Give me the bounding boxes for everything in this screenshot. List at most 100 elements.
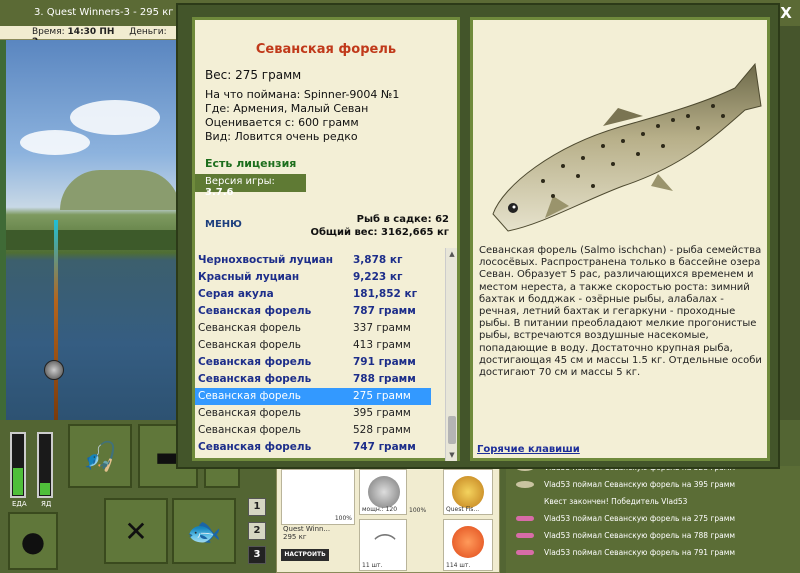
lure-icon <box>516 550 534 555</box>
catch-row-weight: 9,223 кг <box>353 271 403 283</box>
catch-row-name: Чернохвостый луциан <box>198 254 334 266</box>
log-entry-text: Vlad53 поймал Севанскую форель на 395 гр… <box>544 480 736 489</box>
catch-row-weight: 791 грамм <box>353 356 416 368</box>
fish-description-pane: Севанская форель (Salmo ischchan) - рыба… <box>470 17 770 461</box>
catch-row-name: Севанская форель <box>198 305 312 317</box>
log-entry: Vlad53 поймал Севанскую форель на 395 гр… <box>512 477 735 493</box>
setup-button[interactable]: НАСТРОИТЬ <box>281 549 329 561</box>
catch-row[interactable]: Севанская форель 528 грамм <box>195 422 431 439</box>
kitchen-button[interactable]: ✕ <box>104 498 168 564</box>
hotkeys-link[interactable]: Горячие клавиши <box>477 444 580 455</box>
fish-catalog-button[interactable]: 🐟 <box>172 498 236 564</box>
tackle-name: Quest Winn... <box>283 525 331 533</box>
reel-durability: 100% <box>409 507 427 514</box>
caught-with: На что поймана: Spinner-9004 №1 <box>205 88 400 101</box>
food-gauge <box>10 432 26 498</box>
fish-icon: 🐟 <box>186 514 222 548</box>
rod-durability: 100% <box>334 515 352 522</box>
fork-knife-icon: ✕ <box>124 514 148 548</box>
scroll-up-icon[interactable]: ▲ <box>446 248 458 260</box>
log-entry-text: Квест закончен! Победитель Vlad53 <box>544 497 688 506</box>
tackle-info: Quest Winn... 295 кг <box>283 525 353 547</box>
bait-slot[interactable]: 114 шт. <box>443 519 493 571</box>
catch-row[interactable]: Севанская форель 791 грамм <box>195 354 431 371</box>
scroll-thumb[interactable] <box>448 416 456 444</box>
reel-item-icon <box>368 476 400 508</box>
poison-gauge-label: ЯД <box>41 500 52 508</box>
catch-row-name: Серая акула <box>198 288 274 300</box>
catch-row-name: Севанская форель <box>198 356 312 368</box>
log-entry-text: Vlad53 поймал Севанскую форель на 788 гр… <box>544 531 736 540</box>
fish-info-dialog: Севанская форель Вес: 275 грамм На что п… <box>176 3 780 469</box>
poison-gauge <box>37 432 53 498</box>
shore <box>0 230 180 250</box>
catch-row-name: Севанская форель <box>198 339 301 351</box>
page-1-button[interactable]: 1 <box>248 498 266 516</box>
event-log: Vlad53 поймал Севанскую форель на 528 гр… <box>506 463 800 573</box>
catch-list-scrollbar[interactable]: ▲ ▼ <box>445 248 457 461</box>
reel-power: мощн.: 120 <box>362 506 398 513</box>
log-entry: Квест закончен! Победитель Vlad53 <box>512 494 687 510</box>
catch-row[interactable]: Красный луциан 9,223 кг <box>195 269 431 286</box>
keepnet-count: Рыб в садке: 62 <box>356 214 449 225</box>
menu-button[interactable]: МЕНЮ <box>205 219 242 230</box>
catch-row-weight: 528 грамм <box>353 424 411 436</box>
catch-row-weight: 275 грамм <box>353 390 411 402</box>
catch-row-name: Красный луциан <box>198 271 300 283</box>
time-label: Время: <box>32 27 65 37</box>
catch-row-name: Севанская форель <box>198 424 301 436</box>
catch-row[interactable]: Севанская форель 337 грамм <box>195 320 431 337</box>
lure-icon <box>516 533 534 538</box>
catch-row-weight: 337 грамм <box>353 322 411 334</box>
bait-count: 114 шт. <box>446 562 471 569</box>
catch-row-name: Севанская форель <box>198 390 301 402</box>
cloud <box>20 130 90 155</box>
log-entry: Vlad53 поймал Севанскую форель на 275 гр… <box>512 511 735 527</box>
log-entry-text: Vlad53 поймал Севанскую форель на 275 гр… <box>544 514 736 523</box>
page-2-button[interactable]: 2 <box>248 522 266 540</box>
catch-row[interactable]: Севанская форель 788 грамм <box>195 371 431 388</box>
rod-icon: 🎣 <box>82 439 118 473</box>
catch-stats: Рыб в садке: 62 Общий вес: 3162,665 кг <box>310 213 449 239</box>
catch-row[interactable]: Серая акула 181,852 кг <box>195 286 431 303</box>
catch-row[interactable]: Севанская форель 747 грамм <box>195 439 431 456</box>
catch-list: Чернохвостый луциан 3,878 кг Красный луциа… <box>195 248 445 461</box>
poison-gauge-fill <box>40 483 50 495</box>
reel-durability-cell: 100% <box>409 469 431 515</box>
fish-description: Севанская форель (Salmo ischchan) - рыба… <box>479 245 762 379</box>
scroll-down-icon[interactable]: ▼ <box>446 449 458 461</box>
page-3-button[interactable]: 3 <box>248 546 266 564</box>
fish-details-pane: Севанская форель Вес: 275 грамм На что п… <box>192 17 460 461</box>
catch-row[interactable]: Севанская форель 395 грамм <box>195 405 431 422</box>
cauldron-button[interactable]: ● <box>8 512 58 570</box>
fishing-scene[interactable] <box>0 40 180 420</box>
tackle-panel: 100% Quest Winn... 295 кг мощн.: 120 100… <box>276 466 500 573</box>
catch-row-name: Севанская форель <box>198 407 301 419</box>
hook-slot[interactable]: ⌒ 11 шт. <box>359 519 407 571</box>
catch-row-weight: 3,878 кг <box>353 254 403 266</box>
version-label: Версия игры: <box>205 176 275 187</box>
reel-icon <box>44 360 64 380</box>
catch-row-weight: 181,852 кг <box>353 288 418 300</box>
catch-row-name: Севанская форель <box>198 373 312 385</box>
catch-row[interactable]: Севанская форель 413 грамм <box>195 337 431 354</box>
rarity: Вид: Ловится очень редко <box>205 130 358 143</box>
rod-select-button[interactable]: 🎣 <box>68 424 132 488</box>
total-weight: Общий вес: 3162,665 кг <box>310 227 449 238</box>
mountain <box>60 170 180 210</box>
food-gauge-fill <box>13 468 23 495</box>
info-strip: Время: 14:30 ПН Деньги: 2 <box>0 26 180 47</box>
catch-row-weight: 788 грамм <box>353 373 416 385</box>
reel-slot[interactable]: мощн.: 120 <box>359 469 407 515</box>
catch-row[interactable]: Севанская форель 275 грамм <box>195 388 431 405</box>
catch-row-weight: 395 грамм <box>353 407 411 419</box>
line-name: Quest Fis... <box>446 506 480 513</box>
lure-icon <box>516 516 534 521</box>
time-value: 14:30 ПН <box>67 27 115 37</box>
rod-slot[interactable]: 100% <box>281 469 355 525</box>
catch-row[interactable]: Севанская форель 787 грамм <box>195 303 431 320</box>
bait-icon <box>452 526 484 558</box>
catch-row[interactable]: Чернохвостый луциан 3,878 кг <box>195 252 431 269</box>
line-slot[interactable]: Quest Fis... <box>443 469 493 515</box>
log-entry: Vlad53 поймал Севанскую форель на 788 гр… <box>512 528 735 544</box>
